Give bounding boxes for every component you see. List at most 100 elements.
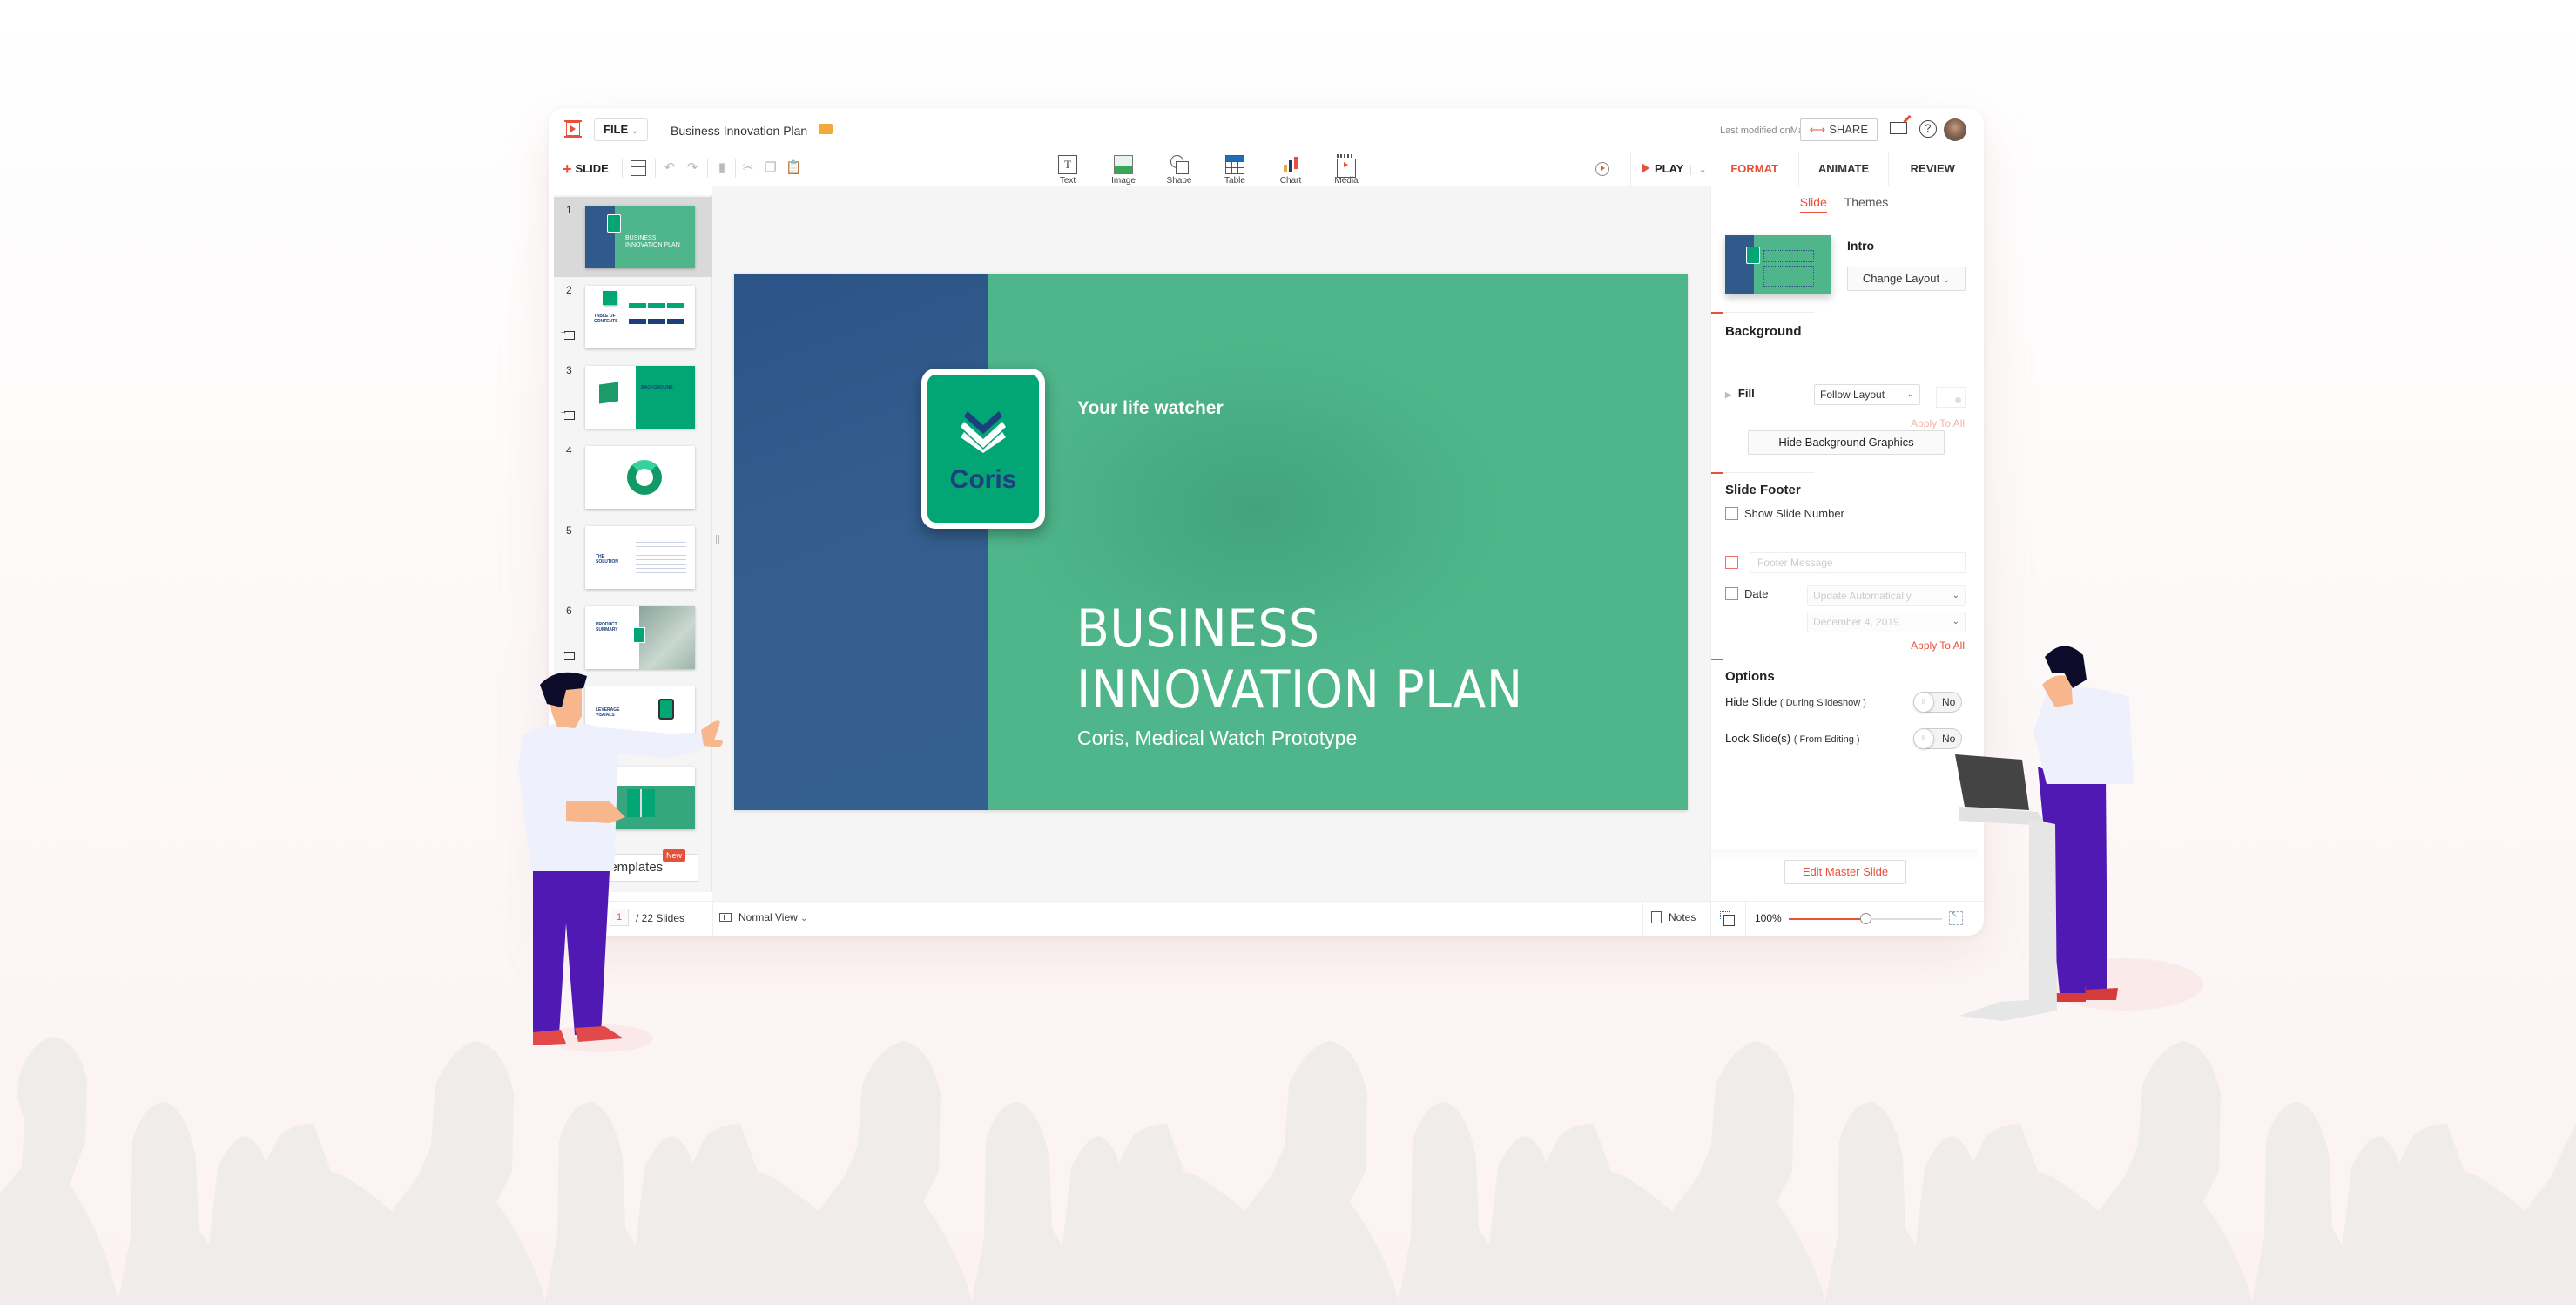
fit-to-screen-icon[interactable] (1720, 910, 1735, 926)
sub-tab-themes[interactable]: Themes (1844, 195, 1889, 212)
insert-chart-button[interactable]: Chart (1272, 153, 1309, 186)
templates-button[interactable]: Templates New (568, 849, 698, 882)
insert-table-label: Table (1224, 176, 1245, 186)
play-label: PLAY (1655, 162, 1684, 175)
tab-format[interactable]: FORMAT (1710, 152, 1799, 186)
change-layout-dropdown[interactable]: Change Layout ⌄ (1847, 267, 1966, 291)
zoom-slider-fill (1789, 918, 1865, 920)
coris-logo-card[interactable]: Coris (921, 369, 1045, 529)
chevron-down-icon: ⌄ (631, 126, 639, 136)
sub-tab-slide[interactable]: Slide (1799, 195, 1827, 213)
fill-toggle[interactable]: ▶ Fill (1725, 387, 1755, 400)
chevron-down-icon: ⌄ (1952, 617, 1959, 626)
tab-review[interactable]: REVIEW (1887, 152, 1977, 186)
slide-thumbnail-4[interactable]: 4 (554, 437, 712, 517)
date-mode-select[interactable]: Update Automatically ⌄ (1807, 585, 1966, 606)
presenter-right-illustration (1955, 646, 2203, 1021)
slideshow-settings-icon[interactable] (1595, 162, 1609, 176)
view-mode-dropdown[interactable]: Normal View ⌄ (719, 911, 808, 923)
insert-image-button[interactable]: Image (1105, 153, 1142, 186)
zoom-slider[interactable] (1789, 913, 1942, 924)
date-format-select[interactable]: December 4, 2019 ⌄ (1807, 612, 1966, 632)
insert-toolbar: T Text Image Shape Table Chart Media (1049, 153, 1365, 186)
audience-silhouettes (0, 1037, 2576, 1305)
insert-shape-button[interactable]: Shape (1161, 153, 1197, 186)
slide-thumbnail-panel[interactable]: 1 BUSINESS INNOVATION PLAN 2 TABLE OF CON… (554, 195, 712, 892)
slide-preview: BACKGROUND (585, 366, 695, 429)
hide-slide-text: Hide Slide (1725, 695, 1777, 708)
slide-subtitle[interactable]: Coris, Medical Watch Prototype (1077, 727, 1357, 750)
edit-master-slide-button[interactable]: Edit Master Slide (1784, 860, 1906, 884)
lock-slide-toggle[interactable]: II No (1913, 728, 1962, 749)
slide-canvas[interactable]: Coris Your life watcher BUSINESS INNOVAT… (734, 274, 1688, 810)
slide-tagline[interactable]: Your life watcher (1077, 398, 1224, 419)
hide-slide-note: ( During Slideshow ) (1779, 698, 1866, 708)
lock-slide-text: Lock Slide(s) (1725, 732, 1791, 745)
zoom-slider-handle[interactable] (1860, 913, 1871, 924)
hide-slide-toggle[interactable]: II No (1913, 692, 1962, 713)
show-slide-number-checkbox[interactable] (1725, 507, 1738, 520)
folder-icon[interactable] (819, 124, 833, 134)
redo-icon[interactable]: ↷ (684, 160, 700, 176)
fullscreen-icon[interactable] (1949, 910, 1963, 925)
footer-message-checkbox[interactable] (1725, 556, 1738, 569)
new-badge: New (662, 849, 685, 862)
normal-view-icon (719, 913, 732, 922)
document-title[interactable]: Business Innovation Plan (671, 124, 807, 138)
slide-thumbnail-7[interactable]: 7 LEVERAGE VISUALS (554, 678, 712, 758)
slide-thumbnail-5[interactable]: 5 THE SOLUTION (554, 517, 712, 598)
help-icon[interactable]: ? (1919, 120, 1937, 138)
feedback-mail-icon[interactable] (1890, 122, 1907, 134)
toolbar-divider (735, 159, 736, 178)
slide-title-line-1[interactable]: BUSINESS (1076, 598, 1320, 659)
notes-icon (1651, 911, 1662, 923)
add-slide-button[interactable]: + SLIDE (563, 160, 609, 179)
layout-preview (1725, 235, 1831, 294)
sidebar-resize-handle[interactable] (716, 535, 719, 544)
statusbar-divider (1745, 902, 1746, 936)
share-button[interactable]: ⟷ SHARE (1799, 118, 1878, 141)
chevron-down-icon: ⌄ (1952, 591, 1959, 600)
undo-icon[interactable]: ↶ (662, 160, 678, 176)
slide-thumbnail-2[interactable]: 2 TABLE OF CONTENTS (554, 277, 712, 357)
user-avatar[interactable] (1944, 118, 1966, 141)
date-checkbox[interactable] (1725, 587, 1738, 600)
slide-number: 2 (566, 284, 572, 296)
play-options-chevron-icon[interactable]: ⌄ (1690, 165, 1707, 175)
slide-blue-panel (734, 274, 988, 810)
copy-icon[interactable]: ❐ (763, 160, 779, 176)
cut-icon[interactable]: ✂ (740, 160, 756, 176)
fill-color-picker[interactable] (1936, 387, 1966, 408)
slide-thumbnail-3[interactable]: 3 BACKGROUND (554, 357, 712, 437)
current-page-input[interactable]: 1 (610, 909, 629, 926)
insert-text-button[interactable]: T Text (1049, 153, 1086, 186)
file-menu-button[interactable]: FILE ⌄ (594, 118, 649, 141)
background-apply-all-link[interactable]: Apply To All (1911, 417, 1965, 429)
format-painter-icon[interactable]: ▮ (714, 160, 730, 176)
slide-thumbnail-1[interactable]: 1 BUSINESS INNOVATION PLAN (554, 197, 712, 277)
play-button[interactable]: PLAY ⌄ (1630, 152, 1717, 186)
slide-thumbnail-6[interactable]: 6 PRODUCT SUMMARY (554, 598, 712, 678)
show-app-logo-icon[interactable] (564, 120, 582, 138)
lock-slide-toggle-value: No (1942, 733, 1956, 745)
footer-message-input[interactable]: Footer Message (1750, 552, 1966, 573)
slide-number: 1 (566, 204, 572, 216)
insert-table-button[interactable]: Table (1217, 153, 1253, 186)
background-section-title: Background (1725, 324, 1802, 339)
lock-slide-note: ( From Editing ) (1793, 734, 1860, 745)
tab-animate[interactable]: ANIMATE (1798, 152, 1888, 186)
main-toolbar: + SLIDE ↶ ↷ ▮ ✂ ❐ 📋 T Text Image Shape Tab… (549, 152, 1984, 186)
slide-layout-icon[interactable] (631, 160, 646, 176)
insert-chart-label: Chart (1279, 176, 1302, 186)
hide-background-graphics-button[interactable]: Hide Background Graphics (1748, 430, 1945, 455)
paste-icon[interactable]: 📋 (786, 160, 802, 176)
chart-icon (1281, 155, 1300, 174)
fill-type-select[interactable]: Follow Layout ⌄ (1814, 384, 1920, 405)
slide-thumbnail-8[interactable]: 8 ANALYSIS (554, 758, 712, 838)
slide-canvas-area: Coris Your life watcher BUSINESS INNOVAT… (712, 186, 1710, 901)
notes-button[interactable]: Notes (1651, 911, 1696, 923)
expand-arrow-icon: ▶ (1725, 390, 1731, 399)
footer-apply-all-link[interactable]: Apply To All (1911, 639, 1965, 652)
insert-media-button[interactable]: Media (1328, 153, 1365, 186)
slide-title-line-2[interactable]: INNOVATION PLAN (1076, 659, 1523, 720)
